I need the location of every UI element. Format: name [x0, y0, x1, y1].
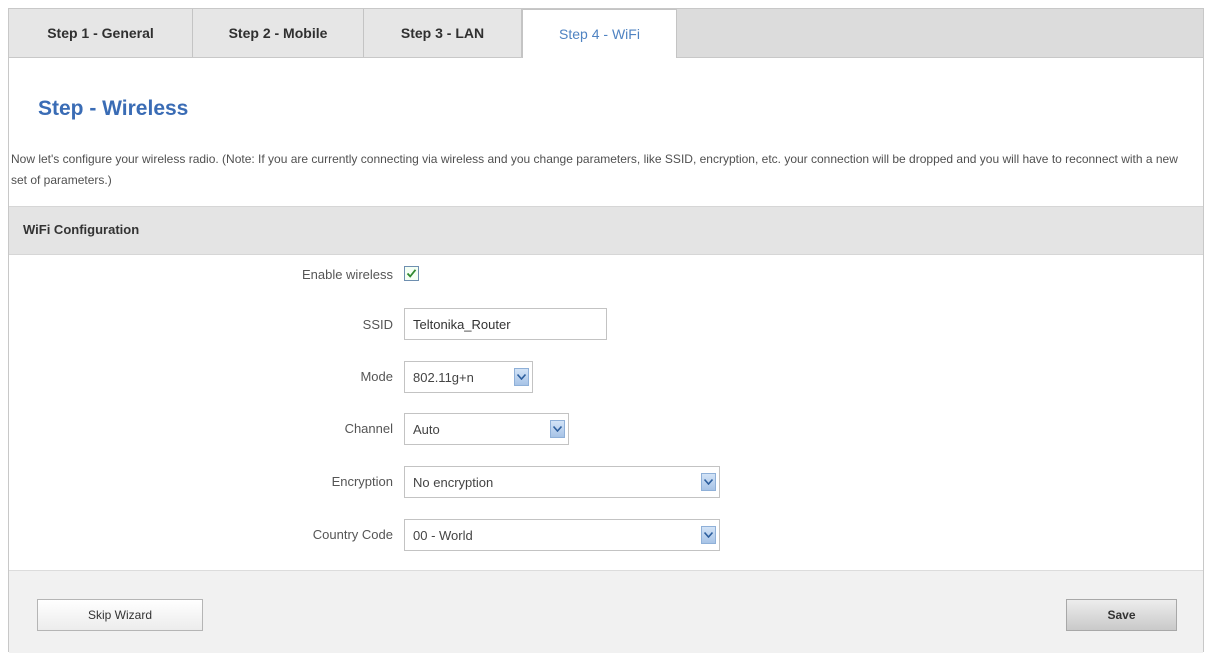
- section-header: WiFi Configuration: [9, 206, 1203, 255]
- enable-wireless-checkbox[interactable]: [404, 266, 419, 281]
- wizard-footer: Skip Wizard Save: [9, 570, 1203, 653]
- intro-text: Now let's configure your wireless radio.…: [11, 152, 1178, 187]
- channel-label: Channel: [344, 421, 393, 436]
- encryption-value: No encryption: [413, 475, 494, 490]
- encryption-label: Encryption: [331, 474, 393, 489]
- chevron-down-icon[interactable]: [701, 473, 716, 491]
- country-code-label: Country Code: [312, 527, 393, 542]
- country-code-value: 00 - World: [413, 528, 473, 543]
- ssid-label: SSID: [362, 317, 393, 332]
- wizard-tabbar: Step 1 - General Step 2 - Mobile Step 3 …: [9, 9, 1203, 58]
- enable-wireless-label: Enable wireless: [301, 267, 393, 282]
- country-code-select[interactable]: 00 - World: [404, 519, 720, 551]
- page-title: Step - Wireless: [38, 97, 189, 120]
- tab-mobile[interactable]: Step 2 - Mobile: [193, 9, 364, 57]
- wizard-frame: Step 1 - General Step 2 - Mobile Step 3 …: [8, 8, 1204, 653]
- tab-general[interactable]: Step 1 - General: [9, 9, 193, 57]
- chevron-down-icon[interactable]: [514, 368, 529, 386]
- mode-label: Mode: [360, 369, 393, 384]
- check-icon: [406, 269, 417, 278]
- skip-wizard-button[interactable]: Skip Wizard: [37, 599, 203, 631]
- save-button[interactable]: Save: [1066, 599, 1177, 631]
- mode-value: 802.11g+n: [413, 370, 474, 385]
- section-title: WiFi Configuration: [23, 222, 140, 237]
- ssid-input[interactable]: [404, 308, 607, 340]
- mode-select[interactable]: 802.11g+n: [404, 361, 533, 393]
- chevron-down-icon[interactable]: [701, 526, 716, 544]
- channel-select[interactable]: Auto: [404, 413, 569, 445]
- chevron-down-icon[interactable]: [550, 420, 565, 438]
- channel-value: Auto: [413, 422, 440, 437]
- tab-wifi[interactable]: Step 4 - WiFi: [522, 9, 677, 58]
- encryption-select[interactable]: No encryption: [404, 466, 720, 498]
- tab-lan[interactable]: Step 3 - LAN: [364, 9, 522, 57]
